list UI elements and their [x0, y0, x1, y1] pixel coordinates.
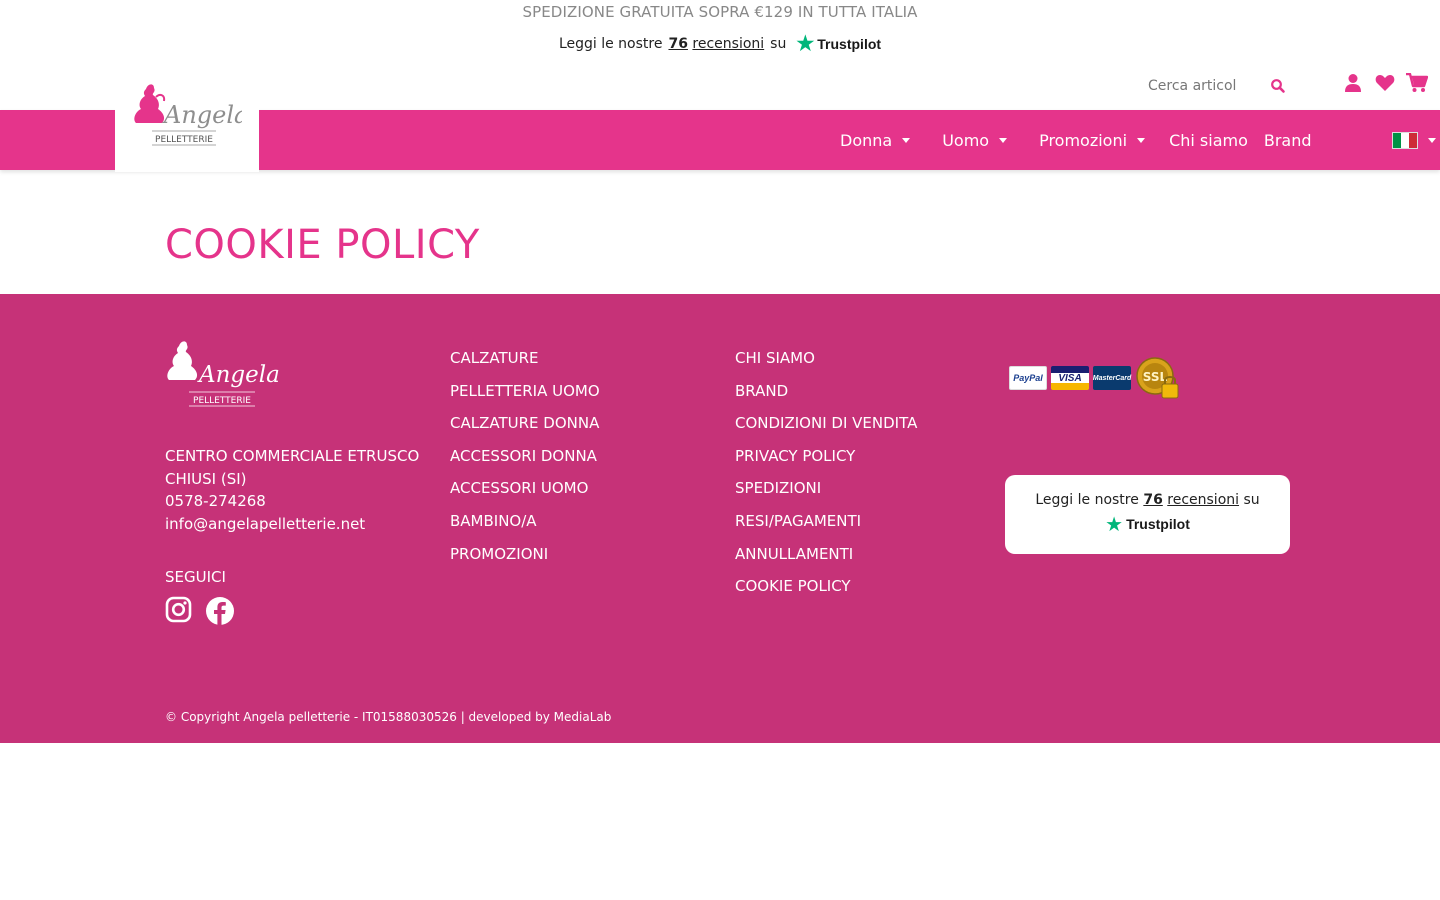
footer-links-products: CALZATURE PELLETTERIA UOMO CALZATURE DON… [450, 342, 600, 570]
nav-item-uomo[interactable]: Uomo [942, 131, 1008, 150]
visa-icon: VISA [1051, 366, 1089, 390]
search-icon[interactable] [1270, 78, 1286, 94]
svg-text:SSL: SSL [1143, 370, 1168, 384]
trustpilot-widget[interactable]: Leggi le nostre 76 recensioni su ★ Trustp… [0, 24, 1440, 62]
email-link[interactable]: info@angelapelletterie.net [165, 513, 419, 536]
footer-link[interactable]: CALZATURE DONNA [450, 407, 600, 440]
copyright-text: © Copyright Angela pelletterie - IT01588… [165, 710, 612, 724]
trustpilot-footer-widget[interactable]: Leggi le nostre 76 recensioni su ★ Trust… [1005, 475, 1290, 554]
footer-link[interactable]: PELLETTERIA UOMO [450, 375, 600, 408]
social-links [165, 596, 235, 626]
footer-link[interactable]: SPEDIZIONI [735, 472, 917, 505]
nav-menu: Donna Uomo Promozioni Chi siamo Brand [840, 110, 1436, 170]
phone-link[interactable]: 0578-274268 [165, 490, 419, 513]
footer-links-info: CHI SIAMO BRAND CONDIZIONI DI VENDITA PR… [735, 342, 917, 603]
footer-link[interactable]: CHI SIAMO [735, 342, 917, 375]
mastercard-icon: MasterCard [1093, 366, 1131, 390]
site-logo[interactable]: Angela PELLETTERIE [115, 62, 259, 172]
footer-link[interactable]: ACCESSORI DONNA [450, 440, 600, 473]
language-selector[interactable] [1391, 131, 1436, 149]
trustpilot-logo[interactable]: ★ Trustpilot [796, 34, 881, 54]
footer-link[interactable]: BAMBINO/A [450, 505, 600, 538]
caret-down-icon [902, 137, 911, 143]
heart-icon[interactable] [1374, 72, 1396, 94]
italy-flag-icon [1391, 131, 1418, 149]
search-form [1148, 74, 1288, 98]
search-input[interactable] [1148, 78, 1258, 94]
footer-link[interactable]: ANNULLAMENTI [735, 538, 917, 571]
footer-link[interactable]: PRIVACY POLICY [735, 440, 917, 473]
facebook-icon[interactable] [205, 596, 235, 626]
nav-item-chi-siamo[interactable]: Chi siamo [1169, 131, 1248, 150]
trustpilot-prefix: Leggi le nostre [558, 36, 663, 52]
svg-text:Angela: Angela [162, 101, 242, 129]
paypal-icon: PayPal [1009, 366, 1047, 390]
footer-link[interactable]: COOKIE POLICY [735, 570, 917, 603]
shipping-banner: SPEDIZIONE GRATUITA SOPRA €129 IN TUTTA … [522, 3, 918, 21]
payment-methods: PayPal VISA MasterCard SSL [1009, 356, 1181, 400]
angela-logo: Angela PELLETTERIE [134, 84, 242, 146]
footer-logo[interactable]: Angela PELLETTERIE [165, 338, 280, 414]
cart-icon[interactable] [1406, 72, 1428, 94]
trustpilot-star-icon: ★ [1105, 512, 1124, 536]
svg-text:PELLETTERIE: PELLETTERIE [193, 396, 251, 406]
nav-item-brand[interactable]: Brand [1264, 131, 1312, 150]
user-icon[interactable] [1342, 72, 1364, 94]
address-line: CENTRO COMMERCIALE ETRUSCO [165, 447, 420, 465]
header-icons [1342, 72, 1428, 94]
nav-item-promozioni[interactable]: Promozioni [1039, 131, 1146, 150]
footer-link[interactable]: CONDIZIONI DI VENDITA [735, 407, 917, 440]
trustpilot-star-icon: ★ [796, 33, 815, 55]
svg-text:PELLETTERIE: PELLETTERIE [155, 135, 213, 145]
caret-down-icon [1137, 137, 1146, 143]
instagram-icon[interactable] [165, 596, 192, 623]
nav-item-donna[interactable]: Donna [840, 131, 911, 150]
page-title: COOKIE POLICY [165, 222, 480, 268]
follow-label: SEGUICI [165, 568, 226, 586]
footer-link[interactable]: RESI/PAGAMENTI [735, 505, 917, 538]
footer-link[interactable]: CALZATURE [450, 342, 600, 375]
trustpilot-suffix: su [770, 36, 787, 52]
trustpilot-reviews-link[interactable]: 76 recensioni [668, 36, 764, 52]
caret-down-icon [999, 137, 1008, 143]
caret-down-icon [1427, 137, 1436, 143]
footer-link[interactable]: BRAND [735, 375, 917, 408]
site-footer: Angela PELLETTERIE CENTRO COMMERCIALE ET… [0, 294, 1440, 743]
address-city: CHIUSI (SI) [165, 469, 247, 488]
footer-link[interactable]: PROMOZIONI [450, 538, 600, 571]
ssl-secure-icon: SSL [1136, 357, 1179, 399]
svg-text:Angela: Angela [197, 362, 280, 388]
footer-address: CENTRO COMMERCIALE ETRUSCO CHIUSI (SI) 0… [165, 445, 419, 535]
footer-link[interactable]: ACCESSORI UOMO [450, 472, 600, 505]
